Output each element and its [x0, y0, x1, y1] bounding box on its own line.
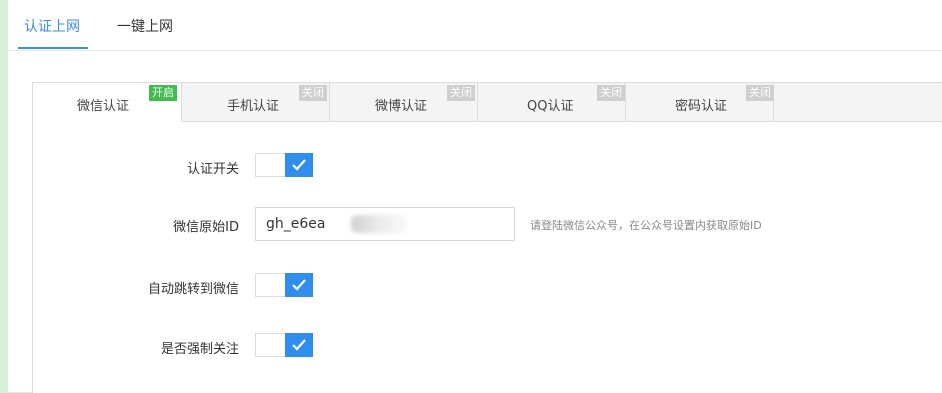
auto-redirect-label: 自动跳转到微信	[147, 282, 239, 297]
status-badge: 关闭	[299, 85, 327, 101]
tab-qq-auth[interactable]: QQ认证 关闭	[477, 83, 626, 121]
tab-auth-internet[interactable]: 认证上网	[18, 16, 88, 49]
check-icon	[285, 333, 313, 357]
auth-method-tabs: 微信认证 开启 手机认证 关闭 微博认证 关闭 QQ认证 关闭 密码认证 关闭	[33, 83, 942, 122]
tab-one-click-internet[interactable]: 一键上网	[117, 16, 173, 36]
force-follow-label: 是否强制关注	[160, 342, 239, 357]
status-badge: 开启	[149, 85, 177, 101]
tab-label: QQ认证	[527, 99, 574, 114]
top-tab-bar: 认证上网 一键上网	[8, 0, 942, 51]
tab-label: 微信认证	[77, 99, 130, 114]
status-badge: 关闭	[597, 85, 625, 101]
wechat-id-hint: 请登陆微信公众号，在公众号设置内获取原始ID	[530, 219, 762, 232]
check-icon	[285, 273, 313, 297]
status-badge: 关闭	[447, 85, 475, 101]
status-badge: 关闭	[746, 85, 774, 101]
redacted-mask	[351, 215, 407, 233]
tab-password-auth[interactable]: 密码认证 关闭	[625, 83, 774, 121]
tab-label: 手机认证	[227, 99, 280, 114]
tab-label: 密码认证	[675, 99, 728, 114]
auth-switch-toggle[interactable]	[255, 153, 313, 177]
auth-settings-panel: 微信认证 开启 手机认证 关闭 微博认证 关闭 QQ认证 关闭 密码认证 关闭 …	[32, 82, 942, 393]
tab-phone-auth[interactable]: 手机认证 关闭	[181, 83, 330, 121]
force-follow-toggle[interactable]	[255, 333, 313, 357]
check-icon	[285, 153, 313, 177]
tab-wechat-auth[interactable]: 微信认证 开启	[33, 83, 182, 122]
main-frame: 认证上网 一键上网 微信认证 开启 手机认证 关闭 微博认证 关闭 QQ认证 关…	[8, 0, 942, 393]
auth-switch-label: 认证开关	[186, 162, 239, 177]
tab-label: 微博认证	[375, 99, 428, 114]
wechat-id-label: 微信原始ID	[173, 220, 239, 235]
tab-weibo-auth[interactable]: 微博认证 关闭	[329, 83, 478, 121]
auto-redirect-toggle[interactable]	[255, 273, 313, 297]
